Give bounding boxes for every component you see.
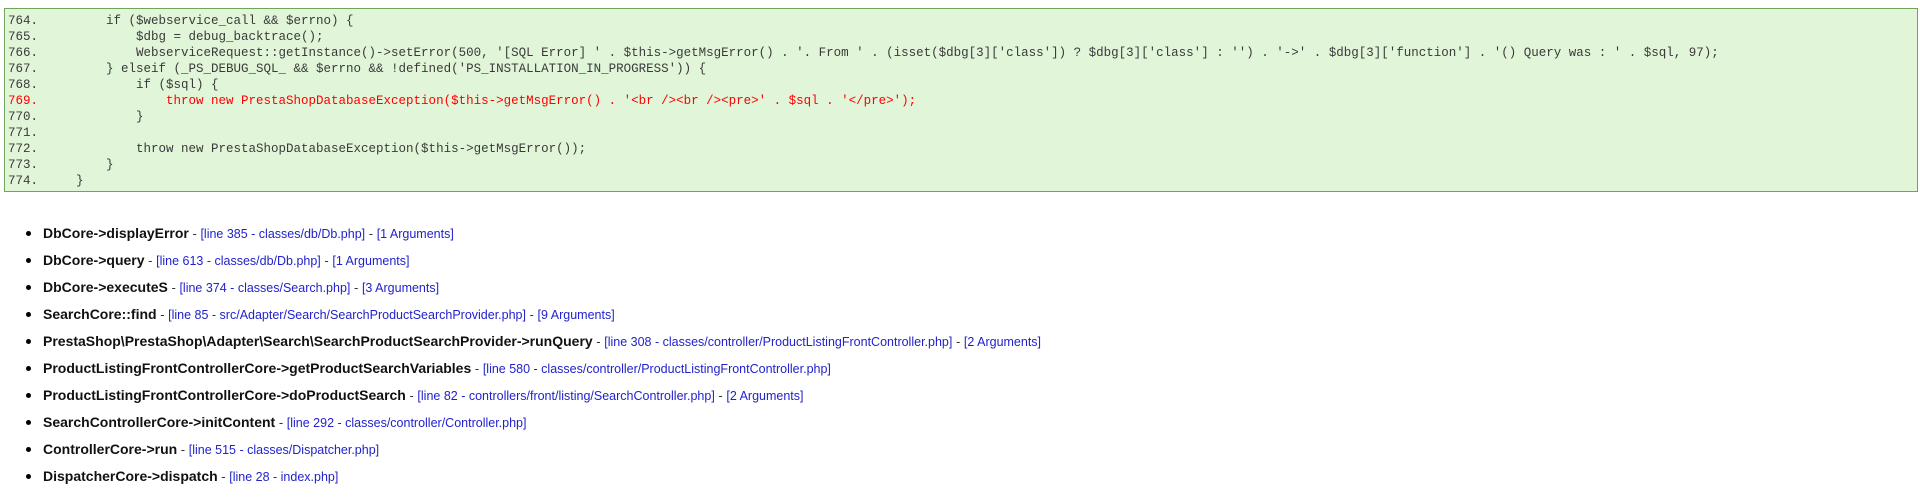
- code-excerpt-panel: 764. if ($webservice_call && $errno) {76…: [4, 8, 1918, 192]
- bullet-icon: [26, 474, 31, 479]
- function-name: PrestaShop\PrestaShop\Adapter\Search\Sea…: [43, 333, 593, 349]
- code-text: }: [46, 110, 144, 124]
- bullet-icon: [26, 366, 31, 371]
- code-line: 773. }: [8, 157, 1719, 173]
- file-location-link[interactable]: [line 613 - classes/db/Db.php]: [156, 254, 321, 268]
- code-line: 771.: [8, 125, 1719, 141]
- line-number: 773.: [8, 158, 39, 172]
- separator: -: [217, 469, 230, 484]
- line-number: 771.: [8, 126, 39, 140]
- arguments-link[interactable]: [2 Arguments]: [964, 335, 1041, 349]
- bullet-icon: [26, 285, 31, 290]
- bullet-icon: [26, 231, 31, 236]
- code-line: 768. if ($sql) {: [8, 77, 1719, 93]
- stack-trace-item: DispatcherCore->dispatch - [line 28 - in…: [0, 463, 1041, 490]
- stack-trace-item: ControllerCore->run - [line 515 - classe…: [0, 436, 1041, 463]
- arguments-link[interactable]: [3 Arguments]: [362, 281, 439, 295]
- stack-trace-item: DbCore->query - [line 613 - classes/db/D…: [0, 247, 1041, 274]
- separator: -: [275, 415, 287, 430]
- function-name: DbCore->executeS: [43, 279, 168, 295]
- bullet-icon: [26, 420, 31, 425]
- line-number: 764.: [8, 14, 39, 28]
- function-name: DispatcherCore->dispatch: [43, 468, 218, 484]
- line-number: 768.: [8, 78, 39, 92]
- line-number: 770.: [8, 110, 39, 124]
- separator: -: [350, 280, 362, 295]
- code-lines: 764. if ($webservice_call && $errno) {76…: [8, 13, 1719, 189]
- separator: -: [365, 226, 377, 241]
- code-text: if ($sql) {: [46, 78, 219, 92]
- code-text: throw new PrestaShopDatabaseException($t…: [46, 94, 917, 108]
- code-text: $dbg = debug_backtrace();: [46, 30, 324, 44]
- separator: -: [156, 307, 169, 322]
- file-location-link[interactable]: [line 515 - classes/Dispatcher.php]: [189, 443, 379, 457]
- code-line: 765. $dbg = debug_backtrace();: [8, 29, 1719, 45]
- code-line: 766. WebserviceRequest::getInstance()->s…: [8, 45, 1719, 61]
- arguments-link[interactable]: [1 Arguments]: [332, 254, 409, 268]
- file-location-link[interactable]: [line 85 - src/Adapter/Search/SearchProd…: [168, 308, 526, 322]
- code-line: 772. throw new PrestaShopDatabaseExcepti…: [8, 141, 1719, 157]
- code-line-error: 769. throw new PrestaShopDatabaseExcepti…: [8, 93, 1719, 109]
- separator: -: [320, 253, 333, 268]
- separator: -: [177, 442, 189, 457]
- bullet-icon: [26, 393, 31, 398]
- function-name: ProductListingFrontControllerCore->doPro…: [43, 387, 406, 403]
- file-location-link[interactable]: [line 385 - classes/db/Db.php]: [200, 227, 365, 241]
- file-location-link[interactable]: [line 82 - controllers/front/listing/Sea…: [417, 389, 714, 403]
- code-line: 767. } elseif (_PS_DEBUG_SQL_ && $errno …: [8, 61, 1719, 77]
- file-location-link[interactable]: [line 580 - classes/controller/ProductLi…: [483, 362, 831, 376]
- bullet-icon: [26, 258, 31, 263]
- stack-trace-item: SearchControllerCore->initContent - [lin…: [0, 409, 1041, 436]
- stack-trace-item: DbCore->executeS - [line 374 - classes/S…: [0, 274, 1041, 301]
- file-location-link[interactable]: [line 374 - classes/Search.php]: [179, 281, 350, 295]
- stack-trace-item: DbCore->displayError - [line 385 - class…: [0, 220, 1041, 247]
- file-location-link[interactable]: [line 28 - index.php]: [229, 470, 338, 484]
- code-text: }: [46, 158, 114, 172]
- separator: -: [471, 361, 483, 376]
- separator: -: [405, 388, 418, 403]
- code-line: 770. }: [8, 109, 1719, 125]
- code-text: } elseif (_PS_DEBUG_SQL_ && $errno && !d…: [46, 62, 707, 76]
- stack-trace-list: DbCore->displayError - [line 385 - class…: [0, 220, 1041, 490]
- arguments-link[interactable]: [1 Arguments]: [377, 227, 454, 241]
- function-name: SearchControllerCore->initContent: [43, 414, 276, 430]
- file-location-link[interactable]: [line 292 - classes/controller/Controlle…: [287, 416, 527, 430]
- line-number: 769.: [8, 94, 39, 108]
- separator: -: [525, 307, 538, 322]
- stack-trace-item: ProductListingFrontControllerCore->doPro…: [0, 382, 1041, 409]
- code-line: 764. if ($webservice_call && $errno) {: [8, 13, 1719, 29]
- line-number: 772.: [8, 142, 39, 156]
- separator: -: [144, 253, 157, 268]
- separator: -: [188, 226, 201, 241]
- function-name: DbCore->query: [43, 252, 145, 268]
- line-number: 765.: [8, 30, 39, 44]
- code-text: WebserviceRequest::getInstance()->setErr…: [46, 46, 1719, 60]
- arguments-link[interactable]: [2 Arguments]: [726, 389, 803, 403]
- file-location-link[interactable]: [line 308 - classes/controller/ProductLi…: [604, 335, 952, 349]
- function-name: SearchCore::find: [43, 306, 157, 322]
- code-text: if ($webservice_call && $errno) {: [46, 14, 354, 28]
- separator: -: [714, 388, 727, 403]
- bullet-icon: [26, 312, 31, 317]
- function-name: ProductListingFrontControllerCore->getPr…: [43, 360, 472, 376]
- stack-trace-item: ProductListingFrontControllerCore->getPr…: [0, 355, 1041, 382]
- code-text: throw new PrestaShopDatabaseException($t…: [46, 142, 587, 156]
- line-number: 766.: [8, 46, 39, 60]
- line-number: 774.: [8, 174, 39, 188]
- function-name: DbCore->displayError: [43, 225, 189, 241]
- line-number: 767.: [8, 62, 39, 76]
- stack-trace-item: SearchCore::find - [line 85 - src/Adapte…: [0, 301, 1041, 328]
- bullet-icon: [26, 339, 31, 344]
- bullet-icon: [26, 447, 31, 452]
- separator: -: [952, 334, 964, 349]
- separator: -: [167, 280, 180, 295]
- function-name: ControllerCore->run: [43, 441, 178, 457]
- code-text: }: [46, 174, 84, 188]
- stack-trace-item: PrestaShop\PrestaShop\Adapter\Search\Sea…: [0, 328, 1041, 355]
- code-line: 774. }: [8, 173, 1719, 189]
- separator: -: [592, 334, 605, 349]
- arguments-link[interactable]: [9 Arguments]: [538, 308, 615, 322]
